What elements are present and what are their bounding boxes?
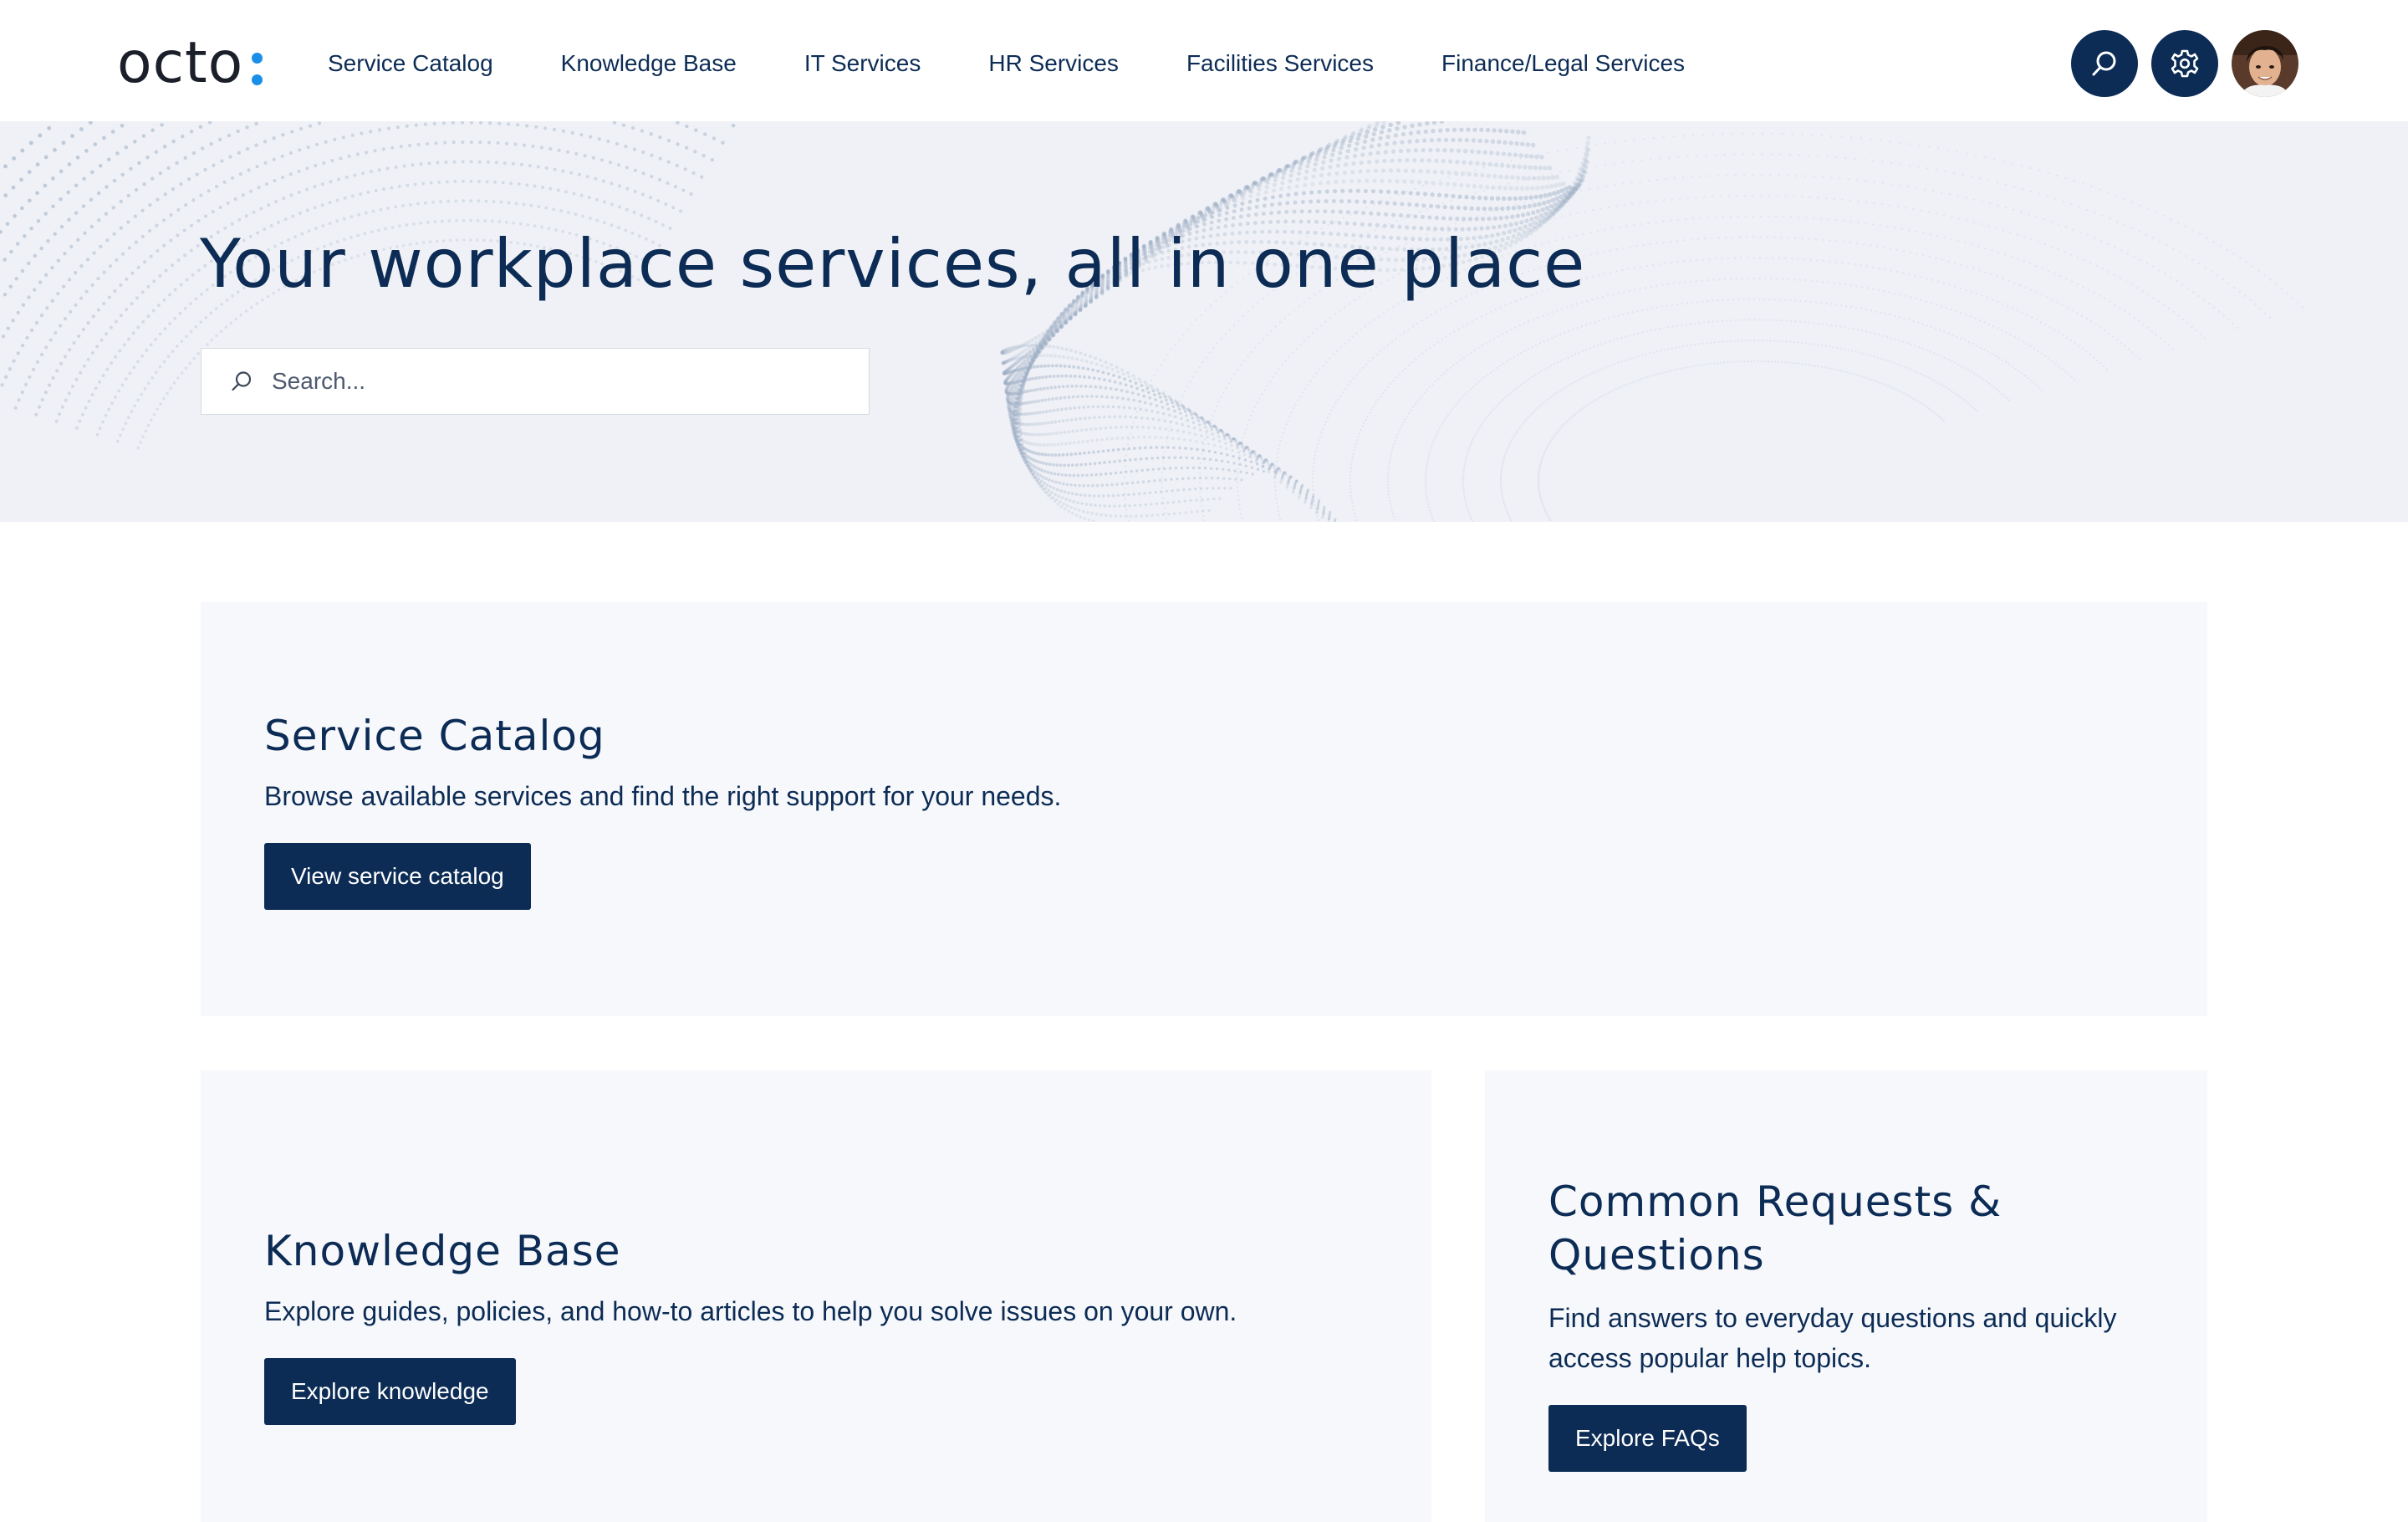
- service-catalog-card: Service Catalog Browse available service…: [201, 602, 2207, 1016]
- user-avatar[interactable]: [2232, 30, 2298, 97]
- nav-finance-legal-services[interactable]: Finance/Legal Services: [1441, 50, 1685, 77]
- logo-text: octo: [117, 29, 244, 96]
- knowledge-base-title: Knowledge Base: [264, 1227, 621, 1275]
- explore-knowledge-button[interactable]: Explore knowledge: [264, 1358, 516, 1425]
- common-requests-title: Common Requests & Questions: [1548, 1177, 2002, 1279]
- hero-search-field[interactable]: [201, 348, 870, 415]
- service-catalog-description: Browse available services and find the r…: [264, 781, 1062, 811]
- search-icon: [2092, 51, 2116, 76]
- header-actions: [2071, 30, 2298, 97]
- knowledge-base-description: Explore guides, policies, and how-to art…: [264, 1296, 1237, 1326]
- nav-knowledge-base[interactable]: Knowledge Base: [561, 50, 737, 77]
- hero-title: Your workplace services, all in one plac…: [200, 225, 1586, 303]
- gear-icon: [2171, 49, 2199, 78]
- hero-dot-wave-pattern: [0, 121, 2303, 522]
- common-requests-card: Common Requests & Questions Find answers…: [1485, 1070, 2207, 1522]
- hero-banner: Your workplace services, all in one plac…: [0, 121, 2408, 522]
- search-button[interactable]: [2071, 30, 2138, 97]
- top-navigation-bar: octo Service Catalog Knowledge Base IT S…: [0, 0, 2408, 121]
- nav-it-services[interactable]: IT Services: [804, 50, 921, 77]
- nav-service-catalog[interactable]: Service Catalog: [328, 50, 493, 77]
- service-catalog-title: Service Catalog: [264, 712, 605, 760]
- avatar-photo: [2232, 30, 2298, 97]
- main-nav: Service Catalog Knowledge Base IT Servic…: [328, 0, 1685, 127]
- knowledge-base-card: Knowledge Base Explore guides, policies,…: [201, 1070, 1431, 1522]
- octo-logo[interactable]: octo: [117, 25, 263, 100]
- nav-hr-services[interactable]: HR Services: [988, 50, 1119, 77]
- nav-facilities-services[interactable]: Facilities Services: [1186, 50, 1374, 77]
- view-service-catalog-button[interactable]: View service catalog: [264, 843, 531, 910]
- settings-button[interactable]: [2151, 30, 2218, 97]
- search-icon: [232, 371, 252, 391]
- logo-colon-mark: [252, 52, 263, 85]
- search-input[interactable]: [270, 367, 839, 396]
- common-requests-description: Find answers to everyday questions and q…: [1548, 1303, 2117, 1373]
- explore-faqs-button[interactable]: Explore FAQs: [1548, 1405, 1747, 1472]
